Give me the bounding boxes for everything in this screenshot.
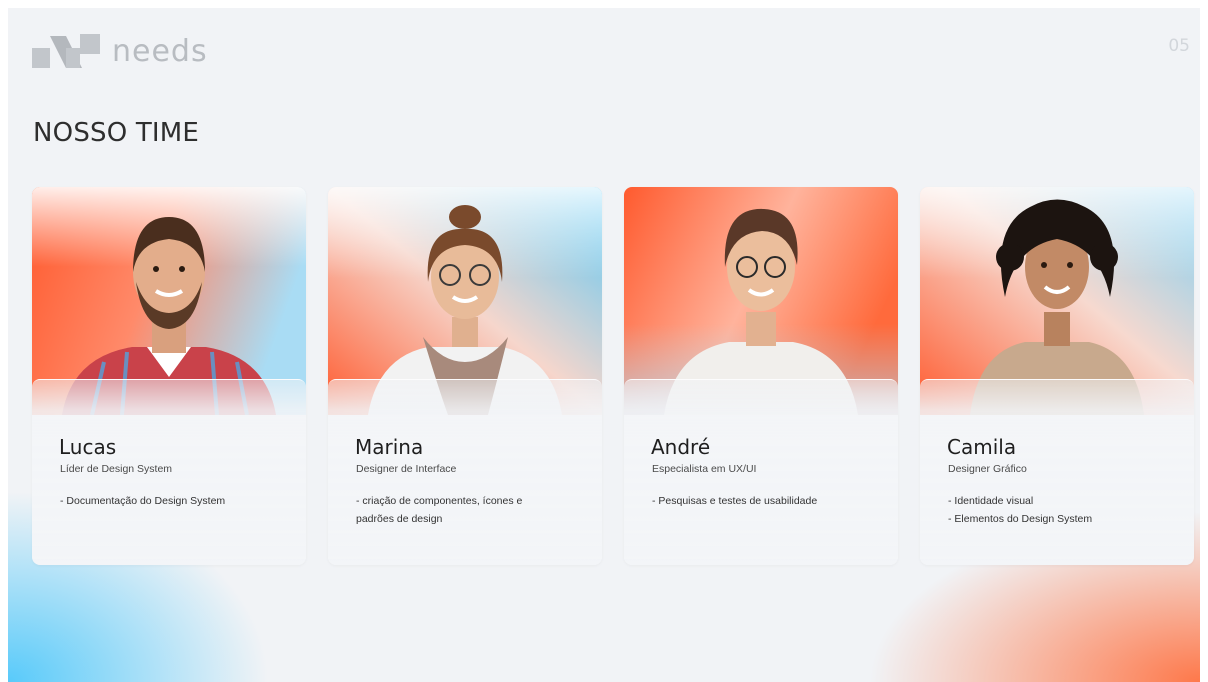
member-name: André: [651, 435, 711, 459]
team-card-lucas: Lucas Líder de Design System - Documenta…: [32, 187, 306, 565]
task-item: - Pesquisas e testes de usabilidade: [652, 495, 818, 507]
member-name: Marina: [355, 435, 424, 459]
task-item: - Documentação do Design System: [60, 495, 226, 507]
needs-logo-icon: [32, 34, 100, 68]
section-title: NOSSO TIME: [33, 118, 200, 148]
team-card-andre: André Especialista em UX/UI - Pesquisas …: [624, 187, 898, 565]
member-role: Líder de Design System: [60, 463, 173, 475]
task-item: - Elementos do Design System: [948, 513, 1093, 525]
slide: needs 05 NOSSO TIME Lucas Líder de Desig…: [8, 8, 1200, 682]
task-item: - Identidade visual: [948, 495, 1034, 507]
member-role: Designer de Interface: [356, 463, 457, 475]
member-role: Designer Gráfico: [948, 463, 1027, 475]
member-tasks: - Documentação do Design System: [60, 492, 290, 510]
member-tasks: - criação de componentes, ícones e padrõ…: [356, 492, 586, 528]
member-role: Especialista em UX/UI: [652, 463, 757, 475]
task-item: padrões de design: [356, 513, 443, 525]
team-card-marina: Marina Designer de Interface - criação d…: [328, 187, 602, 565]
page-number: 05: [1168, 36, 1190, 56]
team-card-camila: Camila Designer Gráfico - Identidade vis…: [920, 187, 1194, 565]
member-name: Lucas: [59, 435, 117, 459]
member-tasks: - Pesquisas e testes de usabilidade: [652, 492, 882, 510]
brand-name: needs: [112, 34, 208, 69]
brand-logo: needs: [32, 34, 208, 70]
member-name: Camila: [947, 435, 1017, 459]
member-tasks: - Identidade visual - Elementos do Desig…: [948, 492, 1178, 528]
task-item: - criação de componentes, ícones e: [356, 495, 523, 507]
